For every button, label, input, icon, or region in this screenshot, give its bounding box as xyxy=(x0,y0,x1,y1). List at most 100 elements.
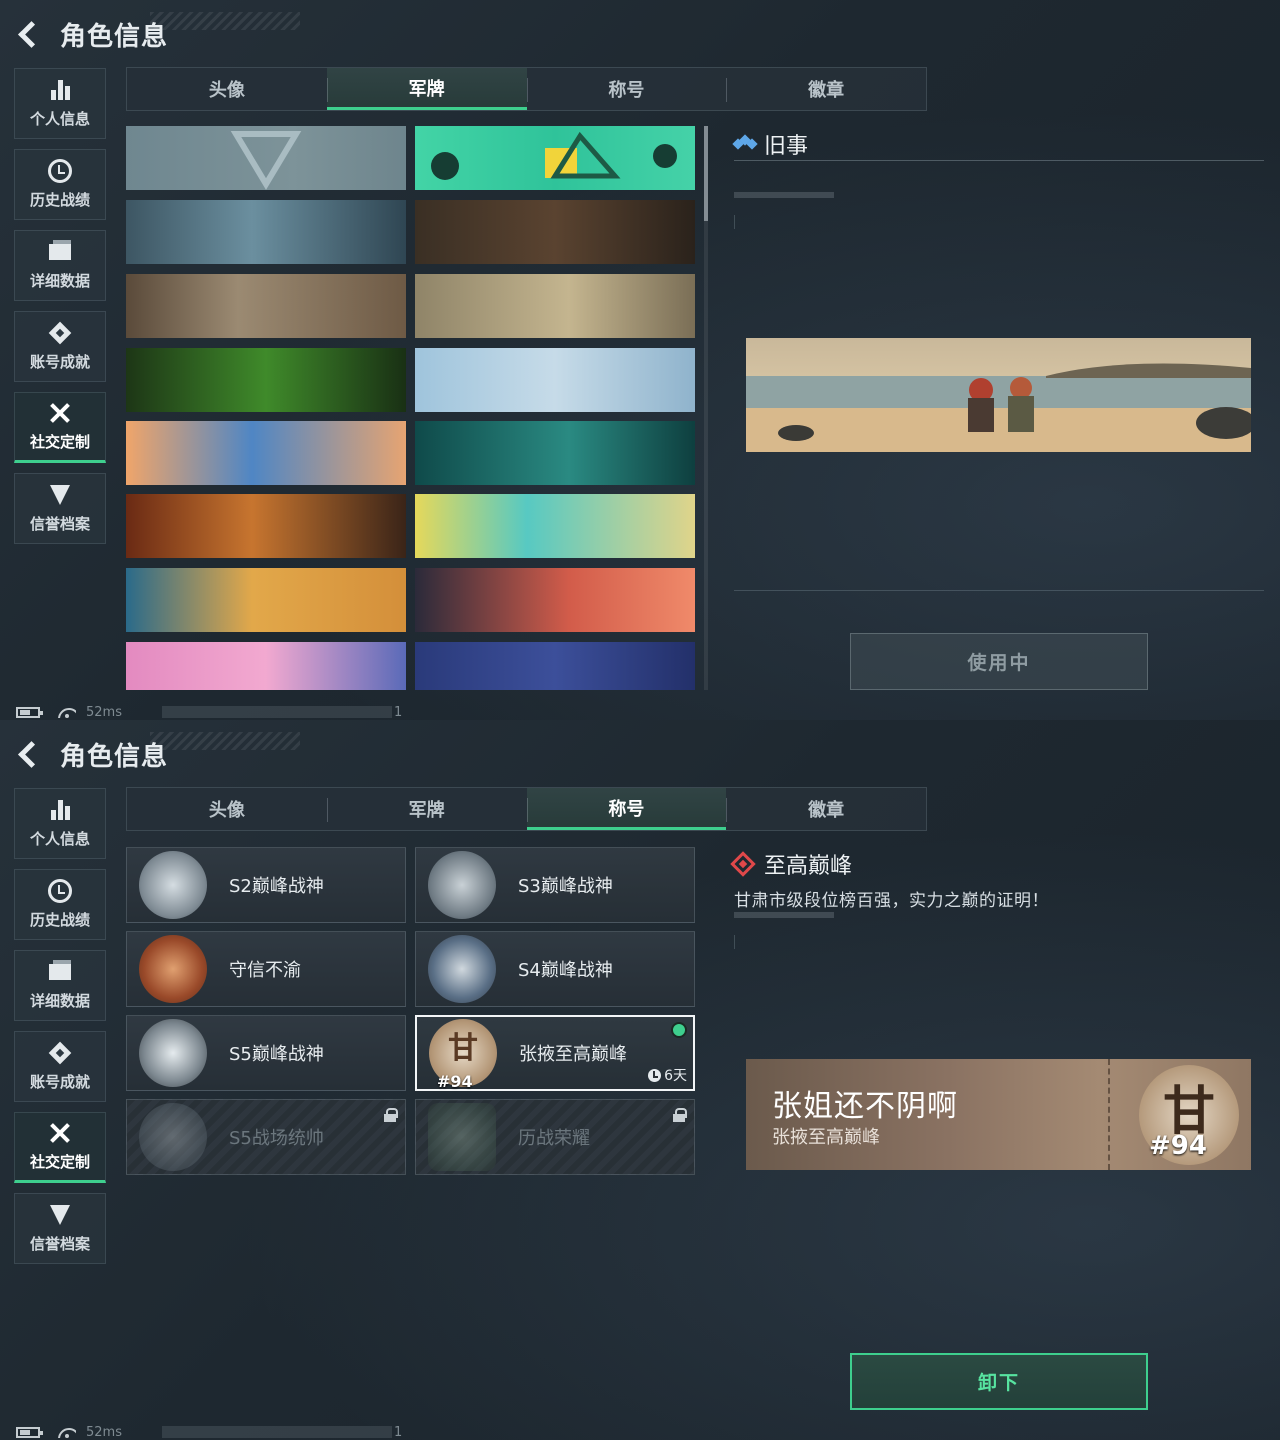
sidebar-item-label: 账号成就 xyxy=(29,1073,90,1091)
tab-avatar[interactable]: 头像 xyxy=(127,788,327,830)
cartoon-characters-icon xyxy=(431,131,677,180)
wifi-icon xyxy=(58,706,76,718)
plaque-item[interactable] xyxy=(126,494,406,558)
detail-title: 旧事 xyxy=(764,134,809,159)
medal-icon xyxy=(48,1041,72,1065)
plaque-item[interactable] xyxy=(126,568,406,632)
helmet-emblem-icon xyxy=(428,935,496,1003)
sidebar: 个人信息 历史战绩 详细数据 账号成就 社交定制 信誉档案 xyxy=(14,68,106,554)
sidebar-item-credit-record[interactable]: 信誉档案 xyxy=(14,473,106,544)
plaque-item[interactable] xyxy=(415,568,695,632)
title-card-label: S4巅峰战神 xyxy=(518,960,613,981)
plaque-item[interactable] xyxy=(126,348,406,412)
sidebar-item-achievements[interactable]: 账号成就 xyxy=(14,311,106,382)
in-use-button[interactable]: 使用中 xyxy=(850,633,1148,690)
shield-icon xyxy=(48,1203,72,1227)
title-hatch-decoration xyxy=(150,12,300,30)
sidebar-item-label: 详细数据 xyxy=(29,272,90,290)
scroll-thumb[interactable] xyxy=(704,126,708,221)
sidebar-item-social-custom[interactable]: 社交定制 xyxy=(14,392,106,463)
sidebar-item-label: 账号成就 xyxy=(29,353,90,371)
plaque-item[interactable] xyxy=(126,642,406,690)
sidebar-item-label: 信誉档案 xyxy=(29,515,90,533)
tab-dogtag[interactable]: 军牌 xyxy=(326,68,527,110)
wifi-icon xyxy=(58,1426,76,1438)
status-tail: 1 xyxy=(393,704,403,720)
nameplate-title: 张掖至高巅峰 xyxy=(772,1127,880,1148)
battery-icon xyxy=(16,706,43,718)
status-tail: 1 xyxy=(393,1424,403,1440)
equipped-check-icon xyxy=(671,1022,687,1038)
sidebar-item-history[interactable]: 历史战绩 xyxy=(14,869,106,940)
sidebar-item-label: 社交定制 xyxy=(29,433,90,451)
title-card-locked[interactable]: S5战场统帅 xyxy=(126,1099,406,1175)
sidebar-item-achievements[interactable]: 账号成就 xyxy=(14,1031,106,1102)
plaque-item[interactable] xyxy=(415,642,695,690)
sidebar-item-personal-info[interactable]: 个人信息 xyxy=(14,788,106,859)
ping-text: 52ms xyxy=(86,704,122,720)
medal-icon xyxy=(48,321,72,345)
title-card-label: S5巅峰战神 xyxy=(229,1044,324,1065)
trophy-emblem-icon xyxy=(428,1103,496,1171)
plaque-item[interactable] xyxy=(415,274,695,338)
sidebar-item-detailed-data[interactable]: 详细数据 xyxy=(14,950,106,1021)
plaque-scrollbar[interactable] xyxy=(704,126,708,690)
tab-avatar[interactable]: 头像 xyxy=(127,68,327,110)
unequip-button[interactable]: 卸下 xyxy=(850,1353,1148,1410)
tab-title[interactable]: 称号 xyxy=(526,788,727,830)
plaque-item[interactable] xyxy=(415,494,695,558)
title-card[interactable]: 守信不渝 xyxy=(126,931,406,1007)
plaque-item[interactable] xyxy=(126,126,406,190)
header: 角色信息 xyxy=(14,734,168,774)
blurred-info xyxy=(161,1426,392,1438)
tab-dogtag[interactable]: 军牌 xyxy=(326,788,527,830)
tools-icon xyxy=(48,401,72,425)
sidebar-item-label: 个人信息 xyxy=(29,110,90,128)
sidebar-item-personal-info[interactable]: 个人信息 xyxy=(14,68,106,139)
detail-code-strip xyxy=(734,912,834,918)
pyramid-emblem-icon xyxy=(139,851,207,919)
globe-emblem-icon xyxy=(428,851,496,919)
title-card-label: S5战场统帅 xyxy=(229,1128,324,1149)
plaque-item[interactable] xyxy=(415,126,695,190)
tab-bar: 头像 军牌 称号 徽章 xyxy=(126,67,927,111)
red-diamond-icon xyxy=(730,851,756,877)
sidebar-item-label: 历史战绩 xyxy=(29,911,90,929)
plaque-item[interactable] xyxy=(415,200,695,264)
sidebar-item-credit-record[interactable]: 信誉档案 xyxy=(14,1193,106,1264)
detail-header: 至高巅峰 xyxy=(730,848,852,880)
back-arrow-icon[interactable] xyxy=(14,20,42,48)
plaque-item[interactable] xyxy=(415,348,695,412)
frame-corner xyxy=(734,215,735,229)
plaque-item[interactable] xyxy=(126,200,406,264)
sidebar-item-detailed-data[interactable]: 详细数据 xyxy=(14,230,106,301)
tab-badge[interactable]: 徽章 xyxy=(726,788,926,830)
title-card-label: S2巅峰战神 xyxy=(229,876,324,897)
expiry-timer: 6天 xyxy=(648,1065,687,1085)
sidebar-item-social-custom[interactable]: 社交定制 xyxy=(14,1112,106,1183)
plaque-item[interactable] xyxy=(126,421,406,485)
title-card[interactable]: S5巅峰战神 xyxy=(126,1015,406,1091)
sidebar-item-history[interactable]: 历史战绩 xyxy=(14,149,106,220)
gan-emblem-icon: 甘 #94 xyxy=(429,1019,497,1091)
tab-badge[interactable]: 徽章 xyxy=(726,68,926,110)
tab-title[interactable]: 称号 xyxy=(526,68,727,110)
frame-corner xyxy=(734,935,735,949)
plaque-item[interactable] xyxy=(126,274,406,338)
title-card[interactable]: S2巅峰战神 xyxy=(126,847,406,923)
tools-icon xyxy=(48,1121,72,1145)
beach-scene-image xyxy=(746,338,1251,452)
title-card[interactable]: S4巅峰战神 xyxy=(415,931,695,1007)
back-arrow-icon[interactable] xyxy=(14,740,42,768)
ping-text: 52ms xyxy=(86,1424,122,1440)
title-nameplate-preview: 张姐还不阴啊 张掖至高巅峰 甘 #94 xyxy=(746,1059,1251,1170)
title-card-label: S3巅峰战神 xyxy=(518,876,613,897)
skull-emblem-icon xyxy=(139,1019,207,1087)
title-card-selected[interactable]: 甘 #94 张掖至高巅峰 6天 xyxy=(415,1015,695,1091)
plaque-item[interactable] xyxy=(415,421,695,485)
title-card[interactable]: S3巅峰战神 xyxy=(415,847,695,923)
title-card-locked[interactable]: 历战荣耀 xyxy=(415,1099,695,1175)
sidebar-item-label: 社交定制 xyxy=(29,1153,90,1171)
expiry-text: 6天 xyxy=(664,1068,687,1084)
folder-icon xyxy=(48,240,72,264)
